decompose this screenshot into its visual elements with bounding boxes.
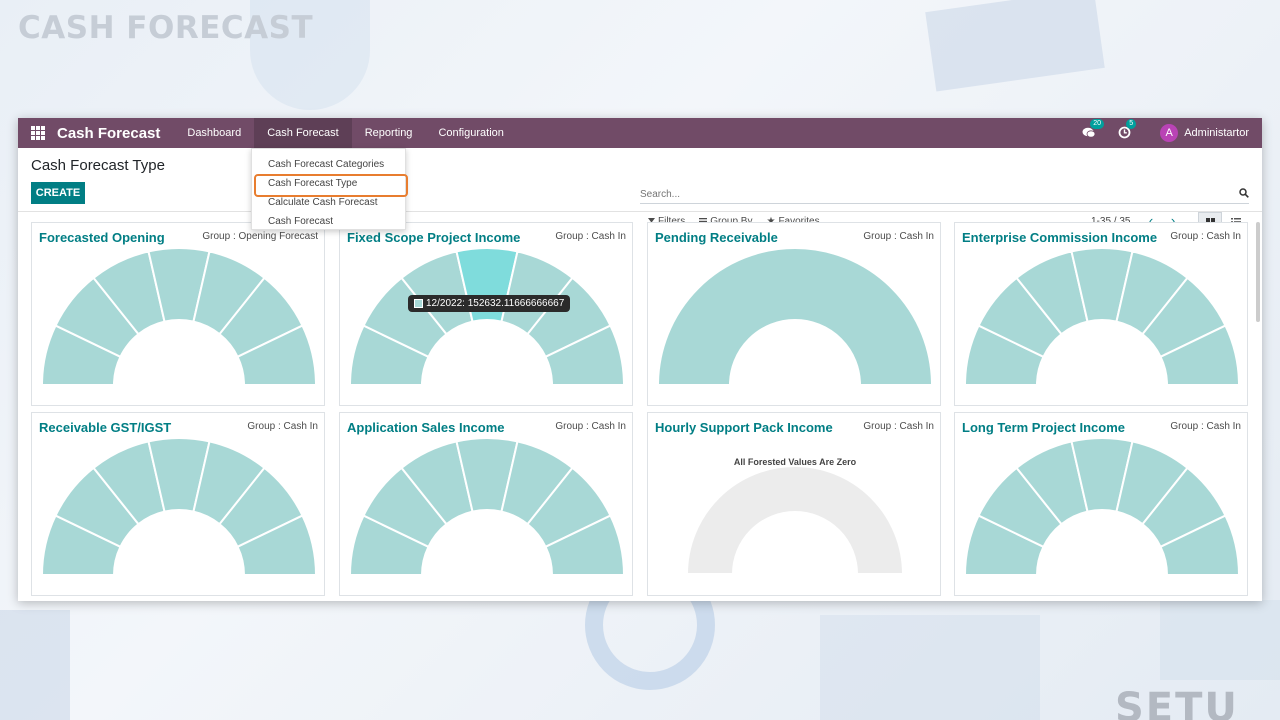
- forecast-type-card[interactable]: Forecasted Opening Group : Opening Foreca…: [31, 222, 325, 406]
- background-shape: [925, 0, 1105, 92]
- page-title: Cash Forecast Type: [31, 157, 165, 174]
- background-brand: SETU: [1115, 688, 1239, 720]
- activities-badge: 5: [1126, 119, 1137, 129]
- navbar: Cash Forecast Dashboard Cash Forecast Re…: [18, 118, 1262, 148]
- search-underline: [640, 203, 1249, 204]
- search-icon[interactable]: [1239, 188, 1249, 198]
- menu-item-forecast-type[interactable]: Cash Forecast Type: [252, 174, 408, 197]
- menu-item-calculate-forecast[interactable]: Calculate Cash Forecast: [252, 193, 405, 212]
- forecast-type-card[interactable]: Application Sales Income Group : Cash In: [339, 412, 633, 596]
- control-panel: Cash Forecast Type CREATE Filters Group …: [18, 148, 1262, 232]
- gauge-chart: [40, 437, 318, 576]
- app-window: Cash Forecast Dashboard Cash Forecast Re…: [18, 118, 1262, 601]
- zero-values-message: All Forested Values Are Zero: [733, 457, 857, 467]
- nav-cash-forecast[interactable]: Cash Forecast: [254, 118, 352, 148]
- gauge-chart: [40, 247, 318, 386]
- forecast-type-card[interactable]: Fixed Scope Project Income Group : Cash I…: [339, 222, 633, 406]
- tooltip-text: 12/2022: 152632.11666666667: [426, 298, 565, 309]
- background-shape: [0, 610, 70, 720]
- background-title: CASH FORECAST: [18, 10, 314, 46]
- background-shape: [820, 615, 1040, 720]
- gauge-chart: [685, 465, 905, 575]
- apps-grid-icon[interactable]: [31, 126, 45, 140]
- kanban-view: Forecasted Opening Group : Opening Foreca…: [18, 212, 1262, 601]
- tooltip-swatch: [414, 299, 423, 308]
- forecast-type-card[interactable]: Hourly Support Pack Income Group : Cash I…: [647, 412, 941, 596]
- nav-configuration[interactable]: Configuration: [425, 118, 516, 148]
- messages-button[interactable]: 20: [1082, 119, 1104, 140]
- gauge-chart: [348, 247, 626, 386]
- cash-forecast-dropdown: Cash Forecast Categories Cash Forecast T…: [251, 148, 408, 231]
- user-menu[interactable]: Administartor: [1184, 127, 1249, 139]
- scrollbar[interactable]: [1256, 222, 1260, 322]
- forecast-type-card[interactable]: Receivable GST/IGST Group : Cash In: [31, 412, 325, 596]
- create-button[interactable]: CREATE: [31, 182, 85, 204]
- gauge-segment[interactable]: [656, 247, 934, 386]
- forecast-type-card[interactable]: Enterprise Commission Income Group : Cash…: [954, 222, 1248, 406]
- nav-dashboard[interactable]: Dashboard: [174, 118, 254, 148]
- messages-badge: 20: [1090, 119, 1104, 129]
- gauge-chart: [656, 247, 934, 386]
- forecast-type-card[interactable]: Long Term Project Income Group : Cash In: [954, 412, 1248, 596]
- background-shape: [1160, 600, 1280, 680]
- menu-item-forecast-categories[interactable]: Cash Forecast Categories: [252, 155, 405, 174]
- gauge-chart: [963, 437, 1241, 576]
- search-input[interactable]: [640, 185, 1230, 203]
- gauge-segment[interactable]: [685, 465, 905, 575]
- menu-item-cash-forecast[interactable]: Cash Forecast: [252, 212, 405, 231]
- gauge-chart: [963, 247, 1241, 386]
- activities-button[interactable]: 5: [1118, 119, 1137, 140]
- avatar[interactable]: A: [1160, 124, 1179, 142]
- gauge-chart: [348, 437, 626, 576]
- nav-reporting[interactable]: Reporting: [352, 118, 426, 148]
- chart-tooltip: 12/2022: 152632.11666666667: [408, 295, 571, 312]
- app-name[interactable]: Cash Forecast: [57, 125, 160, 142]
- forecast-type-card[interactable]: Pending Receivable Group : Cash In: [647, 222, 941, 406]
